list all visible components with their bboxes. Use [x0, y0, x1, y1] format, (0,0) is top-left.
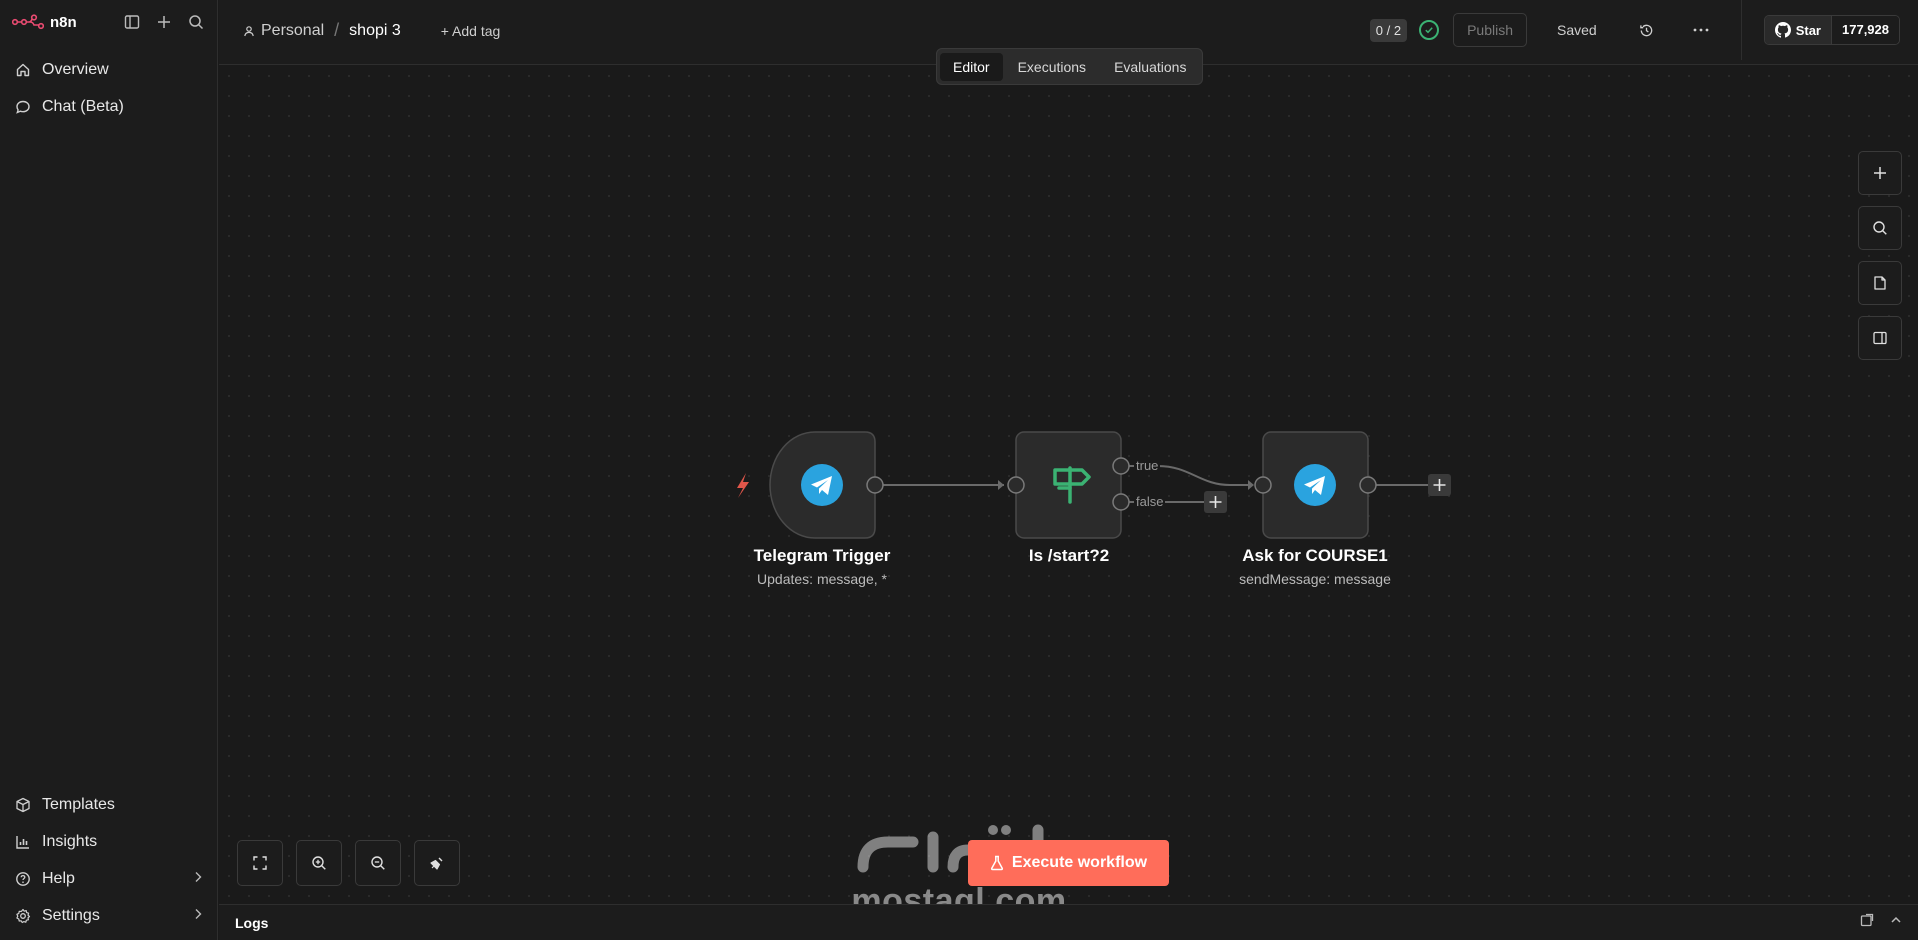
- tidy-up-button[interactable]: [414, 840, 460, 886]
- chevron-up-icon[interactable]: [1890, 913, 1902, 932]
- workflow-canvas[interactable]: [219, 66, 1918, 904]
- breadcrumb: Personal / shopi 3 + Add tag: [243, 20, 500, 41]
- search-nodes-button[interactable]: [1858, 206, 1902, 250]
- execution-counter[interactable]: 0 / 2: [1369, 18, 1408, 42]
- logs-panel-bar[interactable]: Logs: [219, 904, 1918, 940]
- breadcrumb-project-label: Personal: [261, 21, 325, 39]
- node-label-ask-for-course: Ask for COURSE1 sendMessage: message: [1239, 546, 1391, 587]
- github-star-label: Star: [1795, 22, 1821, 38]
- tab-executions[interactable]: Executions: [1005, 53, 1099, 81]
- toggle-panel-button[interactable]: [1858, 316, 1902, 360]
- breadcrumb-project[interactable]: Personal: [243, 22, 324, 40]
- sidebar-item-label: Insights: [42, 832, 98, 850]
- check-icon[interactable]: [1419, 20, 1440, 40]
- saved-status: Saved: [1557, 22, 1597, 38]
- add-node-button[interactable]: [1858, 151, 1902, 195]
- zoom-out-button[interactable]: [355, 840, 401, 886]
- history-icon[interactable]: [1637, 20, 1657, 40]
- sidebar-item-label: Help: [42, 869, 75, 887]
- github-star-widget[interactable]: Star 177,928: [1763, 15, 1900, 45]
- chevron-right-icon: [193, 870, 203, 888]
- execute-workflow-button[interactable]: Execute workflow: [968, 840, 1169, 886]
- broom-icon: [430, 857, 443, 870]
- zoom-in-icon: [312, 856, 326, 870]
- breadcrumb-separator: /: [334, 20, 340, 40]
- publish-button[interactable]: Publish: [1453, 13, 1527, 47]
- zoom-out-icon: [371, 856, 385, 870]
- logs-label: Logs: [235, 914, 269, 931]
- branch-label-false: false: [1134, 494, 1166, 509]
- execute-workflow-label: Execute workflow: [1011, 854, 1148, 871]
- tab-editor[interactable]: Editor: [940, 52, 1003, 81]
- header-actions: 0 / 2 Publish Saved Star 177,928: [1369, 0, 1918, 60]
- fit-view-button[interactable]: [237, 840, 283, 886]
- home-icon: [14, 61, 32, 79]
- sidebar-item-overview[interactable]: Overview: [0, 51, 217, 88]
- node-title: Is /start?2: [1028, 546, 1110, 565]
- n8n-logo[interactable]: n8n: [12, 14, 77, 31]
- sidebar-item-label: Chat (Beta): [42, 97, 124, 115]
- sidebar: n8n Overview Chat (Beta) Templates Insig…: [0, 0, 218, 940]
- flask-icon: [990, 855, 1003, 871]
- user-icon: [244, 25, 254, 36]
- canvas-right-toolbar: [1858, 151, 1902, 360]
- chevron-right-icon: [193, 907, 203, 925]
- app-root: n8n Overview Chat (Beta) Templates Insig…: [0, 0, 1918, 940]
- sidebar-item-templates[interactable]: Templates: [0, 786, 217, 823]
- github-star-button[interactable]: Star: [1764, 16, 1832, 44]
- note-icon: [1874, 276, 1886, 290]
- canvas-zoom-toolbar: [237, 840, 460, 886]
- node-title: Telegram Trigger: [753, 546, 891, 565]
- node-label-telegram-trigger: Telegram Trigger Updates: message, *: [754, 546, 891, 587]
- node-title: Ask for COURSE1: [1242, 546, 1388, 565]
- sidebar-item-label: Settings: [42, 906, 100, 924]
- node-subtitle: sendMessage: message: [1239, 571, 1391, 587]
- help-icon: [14, 870, 32, 888]
- pop-out-icon[interactable]: [1860, 913, 1874, 932]
- node-subtitle: Updates: message, *: [757, 571, 887, 587]
- sidebar-item-label: Overview: [42, 60, 109, 78]
- panel-icon: [1873, 331, 1887, 345]
- plus-icon: [1874, 167, 1886, 179]
- chat-icon: [14, 98, 32, 116]
- sidebar-header: n8n: [0, 0, 217, 44]
- sidebar-item-settings[interactable]: Settings: [0, 897, 217, 934]
- workflow-name[interactable]: shopi 3: [349, 22, 401, 40]
- github-star-count[interactable]: 177,928: [1832, 16, 1899, 44]
- search-icon: [1873, 221, 1887, 235]
- add-icon[interactable]: [155, 13, 173, 31]
- tab-evaluations[interactable]: Evaluations: [1101, 53, 1199, 81]
- sticky-note-button[interactable]: [1858, 261, 1902, 305]
- add-tag-button[interactable]: + Add tag: [441, 23, 501, 39]
- fullscreen-icon: [253, 856, 267, 870]
- header-divider: [1740, 0, 1742, 60]
- view-tabs: Editor Executions Evaluations: [936, 48, 1204, 85]
- bar-chart-icon: [14, 833, 32, 851]
- logo-text: n8n: [50, 13, 77, 31]
- sidebar-item-help[interactable]: Help: [0, 860, 217, 897]
- more-options-icon[interactable]: [1691, 20, 1711, 40]
- branch-label-true: true: [1134, 458, 1161, 473]
- sidebar-item-insights[interactable]: Insights: [0, 823, 217, 860]
- n8n-logo-icon: [12, 14, 44, 30]
- sidebar-item-label: Templates: [42, 795, 115, 813]
- box-icon: [14, 796, 32, 814]
- sidebar-toggle-icon[interactable]: [123, 13, 141, 31]
- github-icon: [1774, 22, 1791, 38]
- sidebar-item-chat[interactable]: Chat (Beta): [0, 88, 217, 125]
- search-icon[interactable]: [187, 13, 205, 31]
- gear-icon: [14, 907, 32, 925]
- node-label-if: Is /start?2: [1029, 546, 1109, 566]
- zoom-in-button[interactable]: [296, 840, 342, 886]
